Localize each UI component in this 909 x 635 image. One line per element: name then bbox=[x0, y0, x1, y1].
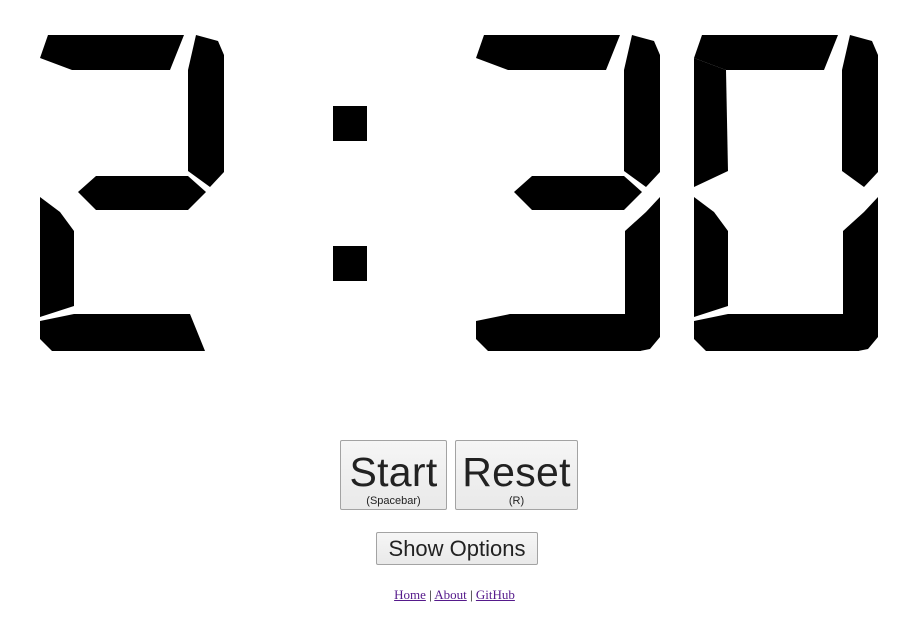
home-link[interactable]: Home bbox=[394, 587, 426, 602]
segment-lower-left bbox=[40, 197, 74, 317]
digit-seconds-ones bbox=[694, 35, 878, 351]
segment-middle bbox=[514, 176, 642, 210]
segment-top bbox=[40, 35, 184, 70]
segment-bottom bbox=[476, 314, 641, 351]
reset-shortcut-hint: (R) bbox=[508, 495, 525, 507]
digit-seconds-tens bbox=[476, 35, 660, 351]
segment-upper-right bbox=[842, 35, 878, 187]
colon-dot-top bbox=[333, 106, 367, 141]
segment-upper-right bbox=[624, 35, 660, 187]
segment-lower-left bbox=[694, 197, 728, 317]
footer-separator: | bbox=[470, 587, 473, 602]
start-button-label: Start bbox=[349, 449, 438, 495]
segment-bottom bbox=[40, 314, 205, 351]
reset-button-label: Reset bbox=[462, 449, 571, 495]
digit-minutes bbox=[40, 35, 224, 351]
about-link[interactable]: About bbox=[434, 587, 467, 602]
segment-top bbox=[476, 35, 620, 70]
footer-links: Home | About | GitHub bbox=[0, 587, 909, 603]
segment-middle bbox=[78, 176, 206, 210]
reset-button[interactable]: Reset (R) bbox=[455, 440, 578, 510]
segment-top bbox=[694, 35, 838, 70]
timer-display bbox=[40, 35, 878, 351]
start-button[interactable]: Start (Spacebar) bbox=[340, 440, 447, 510]
segment-upper-left bbox=[694, 58, 728, 187]
footer-separator: | bbox=[429, 587, 432, 602]
segment-bottom bbox=[694, 314, 859, 351]
segment-upper-right bbox=[188, 35, 224, 187]
show-options-button[interactable]: Show Options bbox=[376, 532, 538, 565]
colon-separator bbox=[333, 106, 367, 281]
start-shortcut-hint: (Spacebar) bbox=[366, 495, 421, 507]
colon-dot-bottom bbox=[333, 246, 367, 281]
github-link[interactable]: GitHub bbox=[476, 587, 515, 602]
